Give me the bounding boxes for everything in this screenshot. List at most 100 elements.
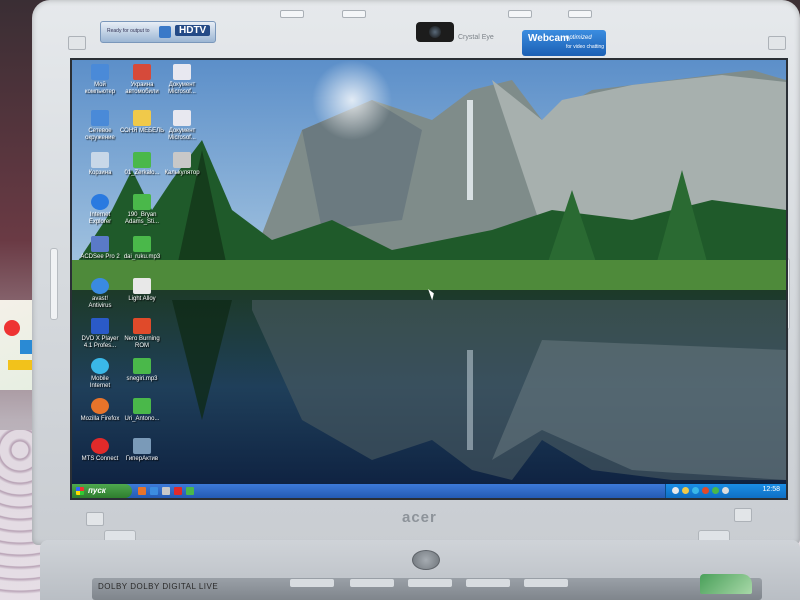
desktop-icon-label: ГиперАктив <box>125 456 159 462</box>
tray-volume-icon[interactable] <box>682 487 689 494</box>
desktop-icon-document-1[interactable]: Документ Microsof... <box>158 64 206 96</box>
latch-right-1 <box>508 10 532 18</box>
desktop-icon-label: Internet Explorer <box>88 212 112 225</box>
bumper-top-left <box>68 36 86 50</box>
media-button-3[interactable] <box>408 579 452 587</box>
folder-icon <box>133 110 151 126</box>
camera-label: Crystal Eye <box>458 34 494 41</box>
desktop-icon-hyperactive[interactable]: ГиперАктив <box>118 438 166 463</box>
quicklaunch-firefox-icon[interactable] <box>138 487 146 495</box>
mobile-internet-icon <box>91 358 109 374</box>
tray-antivirus-icon[interactable] <box>692 487 699 494</box>
desktop-icon-audio-2[interactable]: 190_Bryan Adams_Sti... <box>118 194 166 226</box>
desktop-icon-label: Сетевое окружение <box>85 128 115 141</box>
media-button-2[interactable] <box>350 579 394 587</box>
laptop-screen: Мой компьютер Украина автомобили Докумен… <box>70 58 788 500</box>
desktop-icon-audio-5[interactable]: Uri_Antono... <box>118 398 166 423</box>
document-icon <box>173 64 191 80</box>
desktop-icon-mts-connect[interactable]: MTS Connect <box>76 438 124 463</box>
desktop-icon-label: Uri_Antono... <box>124 416 160 422</box>
media-button-5[interactable] <box>524 579 568 587</box>
desktop-icon-label: Mobile Internet <box>89 376 111 389</box>
desktop-icon-label: Калькулятор <box>164 170 200 176</box>
audio-file-icon <box>133 194 151 210</box>
desktop-icon-label: ACDSee Pro 2 <box>80 254 120 260</box>
recycle-bin-icon <box>91 152 109 168</box>
desktop-icon-audio-3[interactable]: dai_ruku.mp3 <box>118 236 166 261</box>
dolby-label: DOLBY DOLBY DIGITAL LIVE <box>98 582 219 591</box>
desktop-icon-label: 190_Bryan Adams_Sti... <box>124 212 159 225</box>
dvd-player-icon <box>91 318 109 334</box>
quicklaunch-app-icon[interactable] <box>174 487 182 495</box>
nero-icon <box>133 318 151 334</box>
desktop-icon-label: MTS Connect <box>81 456 119 462</box>
webcam-sticker-line1: optimized <box>566 35 592 41</box>
desktop-icon-label: DVD X Player 4.1 Profes... <box>81 336 119 349</box>
power-button[interactable] <box>412 550 440 570</box>
desktop-icon-label: Nero Burning ROM <box>124 336 160 349</box>
desktop-icon-document-2[interactable]: Документ Microsof... <box>158 110 206 142</box>
tray-app-icon[interactable] <box>702 487 709 494</box>
desktop-icon-label: avast! Antivirus <box>88 296 112 309</box>
desktop-icon-label: snegiri.mp3 <box>126 376 158 382</box>
media-button-1[interactable] <box>290 579 334 587</box>
desktop-icon-my-computer[interactable]: Мой компьютер <box>76 64 124 96</box>
calculator-icon <box>173 152 191 168</box>
tray-network-icon[interactable] <box>672 487 679 494</box>
media-button-4[interactable] <box>466 579 510 587</box>
desktop-icon-recycle-bin[interactable]: Корзина <box>76 152 124 177</box>
internet-explorer-icon <box>91 194 109 210</box>
desktop-icon-label: Light Alloy <box>128 296 156 302</box>
desktop-icon-label: Документ Microsof... <box>168 128 196 141</box>
desktop-icon-avast[interactable]: avast! Antivirus <box>76 278 124 310</box>
desktop-icon-acdsee[interactable]: ACDSee Pro 2 <box>76 236 124 261</box>
desktop-icon-dvd-x-player[interactable]: DVD X Player 4.1 Profes... <box>76 318 124 350</box>
tray-status-icon[interactable] <box>712 487 719 494</box>
audio-file-icon <box>133 236 151 252</box>
desktop-icon-nero[interactable]: Nero Burning ROM <box>118 318 166 350</box>
audio-file-icon <box>133 152 151 168</box>
bumper-bottom-right <box>734 508 752 522</box>
document-icon <box>173 110 191 126</box>
desktop-icon-network[interactable]: Сетевое окружение <box>76 110 124 142</box>
camera-lens-icon <box>429 26 441 38</box>
computer-icon <box>91 64 109 80</box>
start-button[interactable]: пуск <box>72 484 132 498</box>
desktop-icon-light-alloy[interactable]: Light Alloy <box>118 278 166 303</box>
desktop-icon-label: Mozilla Firefox <box>80 416 120 422</box>
webcam-sticker-title: Webcam <box>528 33 569 44</box>
hdtv-small-text: Ready for output to <box>107 28 150 34</box>
quicklaunch-media-icon[interactable] <box>186 487 194 495</box>
tray-keyboard-icon[interactable] <box>722 487 729 494</box>
firefox-icon <box>91 398 109 414</box>
desktop-icon-label: Мой компьютер <box>84 82 116 95</box>
desktop-icon-firefox[interactable]: Mozilla Firefox <box>76 398 124 423</box>
play-icon <box>159 26 171 38</box>
system-tray: 12:58 <box>665 484 786 498</box>
webcam-sticker: Webcam optimized for video chatting <box>522 30 606 56</box>
brand-logo: acer <box>402 509 437 526</box>
hyperactive-icon <box>133 438 151 454</box>
acdsee-icon <box>91 236 109 252</box>
taskbar: пуск 12:58 <box>72 484 786 498</box>
taskbar-clock[interactable]: 12:58 <box>762 486 780 493</box>
desktop-icon-label: Корзина <box>88 170 112 176</box>
desktop-icon-mobile-internet[interactable]: Mobile Internet <box>76 358 124 390</box>
desktop-icon-internet-explorer[interactable]: Internet Explorer <box>76 194 124 226</box>
webcam-sticker-line2: for video chatting <box>566 44 605 50</box>
avast-icon <box>91 278 109 294</box>
desktop-icon-calculator[interactable]: Калькулятор <box>158 152 206 177</box>
network-icon <box>91 110 109 126</box>
bumper-bottom-left <box>86 512 104 526</box>
webcam <box>416 22 454 42</box>
quicklaunch-ie-icon[interactable] <box>150 487 158 495</box>
latch-mid <box>342 10 366 18</box>
desktop-icon-label: Документ Microsof... <box>168 82 196 95</box>
desktop-icon-audio-4[interactable]: snegiri.mp3 <box>118 358 166 383</box>
bumper-top-right <box>768 36 786 50</box>
side-slot-left <box>50 248 58 320</box>
mts-connect-icon <box>91 438 109 454</box>
hdtv-badge: HDTV <box>175 25 211 36</box>
quicklaunch-desktop-icon[interactable] <box>162 487 170 495</box>
light-alloy-icon <box>133 278 151 294</box>
